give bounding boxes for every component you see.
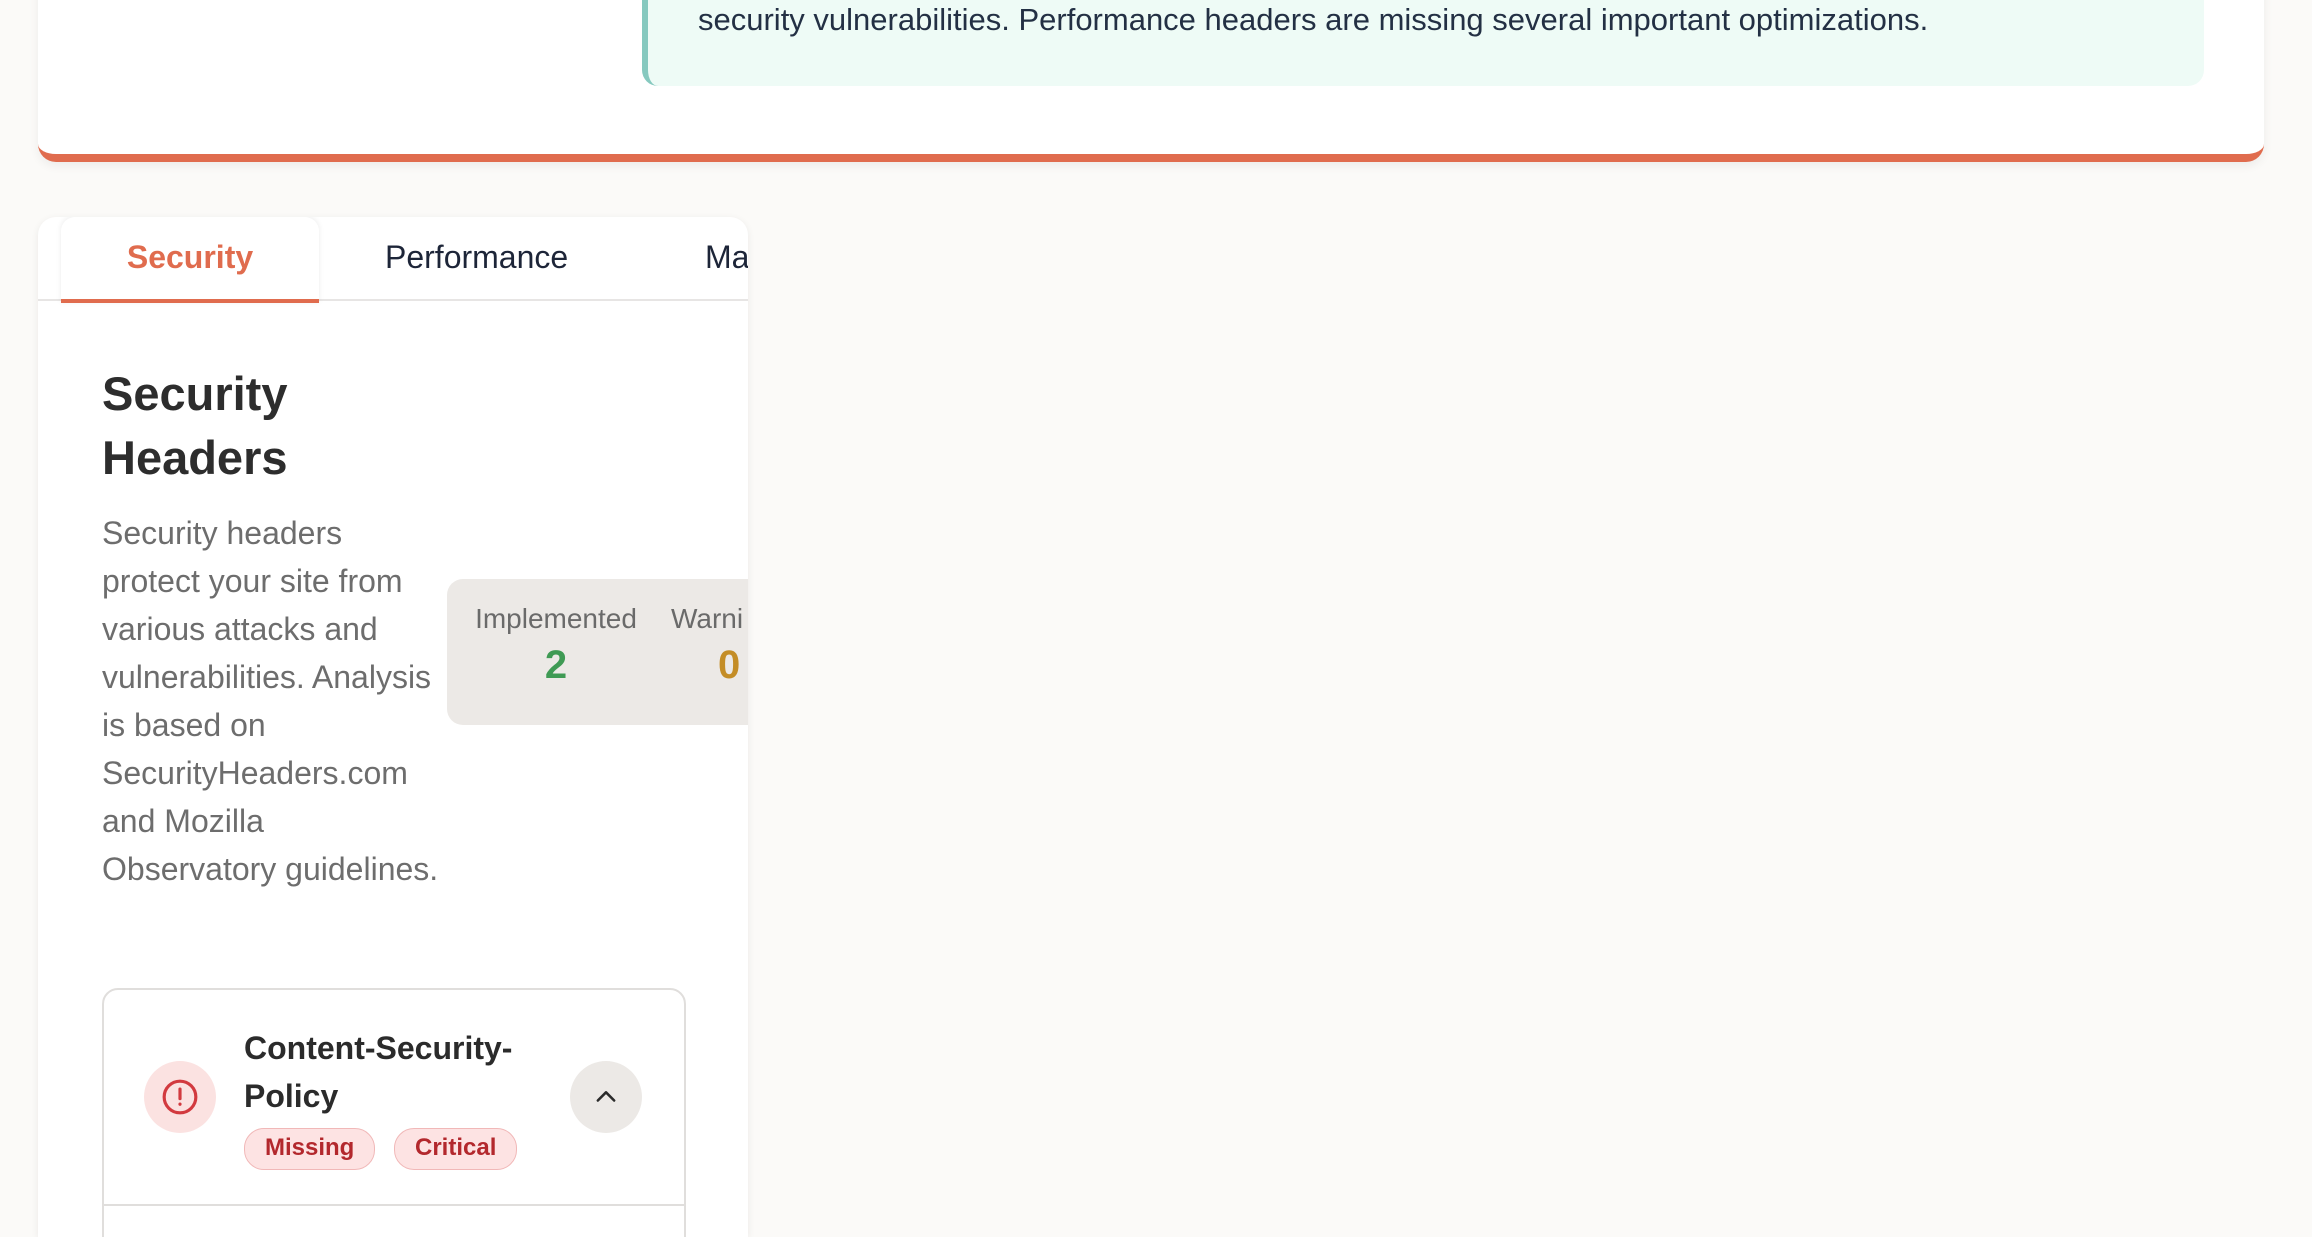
analysis-summary-card: security vulnerabilities. Performance he…: [38, 0, 2264, 162]
summary-callout: security vulnerabilities. Performance he…: [642, 0, 2204, 86]
tab-third[interactable]: Ma: [705, 217, 748, 299]
tab-performance[interactable]: Performance: [385, 217, 568, 299]
collapse-button[interactable]: [570, 1061, 642, 1133]
tab-bar: Security Performance Ma: [38, 217, 748, 303]
stat-implemented-label: Implemented: [475, 603, 637, 634]
severity-badge: Critical: [394, 1128, 518, 1170]
status-badge: Missing: [244, 1128, 376, 1170]
item-divider: [104, 1204, 684, 1206]
chevron-up-icon: [596, 1091, 616, 1102]
stat-warnings: Warni 0: [671, 603, 748, 688]
stat-implemented-value: 2: [544, 643, 568, 687]
stat-warnings-label: Warni: [671, 603, 744, 634]
section-title: Security Headers: [102, 367, 288, 484]
header-item-content-security-policy: Content-Security-Policy Missing Critical: [102, 988, 686, 1237]
stat-implemented: Implemented 2: [471, 603, 641, 688]
summary-text: security vulnerabilities. Performance he…: [698, 2, 1929, 37]
stat-warnings-value: 0: [718, 643, 741, 687]
tab-security[interactable]: Security: [61, 217, 319, 303]
section-description: Security headers protect your site from …: [102, 515, 439, 887]
alert-circle-icon: [144, 1061, 216, 1133]
headers-panel: Security Performance Ma Security Headers…: [38, 217, 748, 1237]
stats-summary: Implemented 2 Warni 0: [447, 579, 748, 725]
header-name: Content-Security-Policy: [244, 1030, 513, 1114]
